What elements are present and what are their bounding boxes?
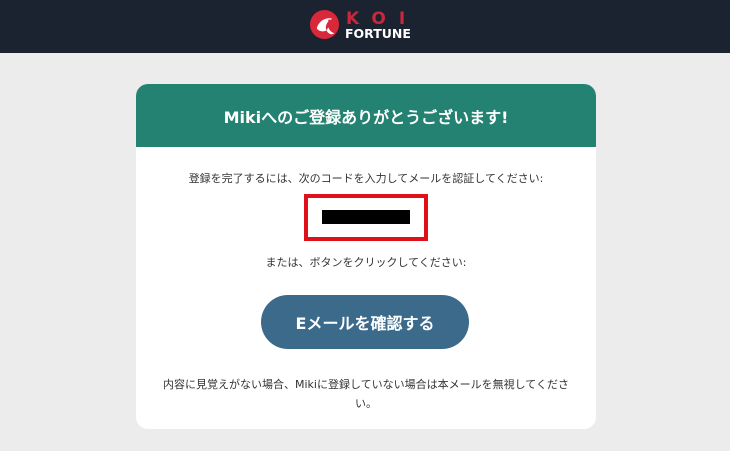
email-card: Mikiへのご登録ありがとうございます! 登録を完了するには、次のコードを入力し…: [136, 84, 596, 429]
or-click-text: または、ボタンをクリックしてください:: [265, 256, 467, 269]
instruction-text: 登録を完了するには、次のコードを入力してメールを認証してください:: [188, 172, 544, 185]
card-title: Mikiへのご登録ありがとうございます!: [223, 107, 509, 127]
ignore-notice-text: 内容に見覚えがない場合、Mikiに登録していない場合は本メールを無視してください…: [163, 378, 569, 410]
redacted-code: [322, 210, 410, 224]
koi-fortune-logo[interactable]: KOI FORTUNE: [309, 9, 427, 43]
verification-code-box: [304, 194, 428, 241]
logo-fortune-text: FORTUNE: [345, 26, 411, 41]
card-header: Mikiへのご登録ありがとうございます!: [136, 84, 596, 147]
verify-email-button[interactable]: Eメールを確認する: [261, 295, 469, 349]
top-bar: KOI FORTUNE: [0, 0, 730, 53]
koi-fish-icon: [309, 9, 340, 40]
